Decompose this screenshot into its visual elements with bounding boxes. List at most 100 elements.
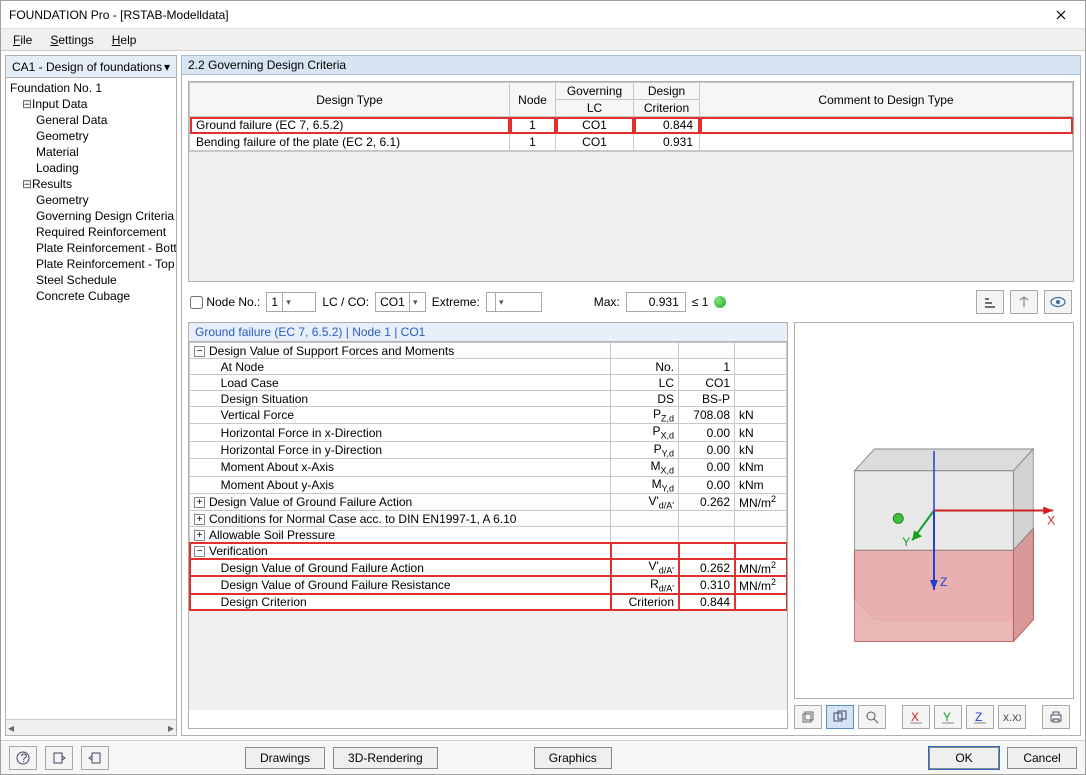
close-icon bbox=[1056, 10, 1066, 20]
detail-unit: MN/m2 bbox=[735, 576, 787, 593]
detail-row[interactable]: Design CriterionCriterion0.844 bbox=[190, 594, 787, 610]
values-button[interactable]: x.xx bbox=[998, 705, 1026, 729]
plus-icon[interactable]: + bbox=[194, 530, 205, 541]
tree-r-governing[interactable]: Governing Design Criteria bbox=[10, 208, 172, 224]
detail-label: −Design Value of Support Forces and Mome… bbox=[190, 343, 611, 359]
detail-value: 0.262 bbox=[679, 559, 735, 576]
tree-r-steel[interactable]: Steel Schedule bbox=[10, 272, 172, 288]
th-criterion[interactable]: Criterion bbox=[634, 100, 700, 117]
detail-group-row[interactable]: −Verification bbox=[190, 543, 787, 559]
tree-results[interactable]: ⊟Results bbox=[10, 176, 172, 192]
svg-text:Y: Y bbox=[902, 535, 910, 549]
tree-r-geometry[interactable]: Geometry bbox=[10, 192, 172, 208]
svg-text:X: X bbox=[1047, 513, 1055, 527]
detail-unit bbox=[735, 375, 787, 391]
detail-group-row[interactable]: +Design Value of Ground Failure ActionV'… bbox=[190, 493, 787, 510]
drawings-button[interactable]: Drawings bbox=[245, 747, 325, 769]
menu-settings[interactable]: Settings bbox=[42, 31, 101, 49]
th-design-type[interactable]: Design Type bbox=[190, 83, 510, 117]
detail-value: 708.08 bbox=[679, 407, 735, 424]
plus-icon[interactable]: + bbox=[194, 497, 205, 508]
lcco-select[interactable]: CO1▾ bbox=[375, 292, 426, 312]
detail-group-row[interactable]: +Conditions for Normal Case acc. to DIN … bbox=[190, 511, 787, 527]
close-button[interactable] bbox=[1045, 3, 1077, 27]
th-comment[interactable]: Comment to Design Type bbox=[700, 83, 1073, 117]
node-select[interactable]: 1▾ bbox=[266, 292, 316, 312]
tree-geometry[interactable]: Geometry bbox=[10, 128, 172, 144]
menu-help[interactable]: Help bbox=[104, 31, 145, 49]
detail-row[interactable]: Design Value of Ground Failure Resistanc… bbox=[190, 576, 787, 593]
detail-row[interactable]: Load CaseLCCO1 bbox=[190, 375, 787, 391]
graphics-button[interactable]: Graphics bbox=[534, 747, 612, 769]
tree-r-required[interactable]: Required Reinforcement bbox=[10, 224, 172, 240]
sort-button[interactable] bbox=[976, 290, 1004, 314]
ok-button[interactable]: OK bbox=[929, 747, 999, 769]
detail-row[interactable]: At NodeNo.1 bbox=[190, 359, 787, 375]
render-viewport[interactable]: Z Y X bbox=[794, 322, 1074, 699]
table-row[interactable]: Ground failure (EC 7, 6.5.2)1CO10.844 bbox=[190, 117, 1073, 134]
tree-general-data[interactable]: General Data bbox=[10, 112, 172, 128]
tree-r-plate-bottom[interactable]: Plate Reinforcement - Bottom bbox=[10, 240, 172, 256]
detail-label: Horizontal Force in x-Direction bbox=[190, 424, 611, 441]
axis-z-button[interactable]: Z bbox=[966, 705, 994, 729]
print-button[interactable] bbox=[1042, 705, 1070, 729]
eye-icon bbox=[1050, 296, 1066, 308]
zoom-button[interactable] bbox=[858, 705, 886, 729]
help-button[interactable]: ? bbox=[9, 746, 37, 770]
tree-material[interactable]: Material bbox=[10, 144, 172, 160]
extreme-select[interactable]: ▾ bbox=[486, 292, 542, 312]
cell-criterion: 0.844 bbox=[634, 117, 700, 134]
detail-row[interactable]: Vertical ForcePZ,d708.08kN bbox=[190, 407, 787, 424]
detail-symbol bbox=[611, 543, 679, 559]
axis-x-button[interactable]: X bbox=[902, 705, 930, 729]
svg-text:?: ? bbox=[21, 751, 28, 765]
detail-symbol bbox=[611, 527, 679, 543]
th-lc[interactable]: LC bbox=[556, 100, 634, 117]
detail-unit: MN/m2 bbox=[735, 493, 787, 510]
tree-root[interactable]: Foundation No. 1 bbox=[10, 80, 172, 96]
tree-input-data[interactable]: ⊟Input Data bbox=[10, 96, 172, 112]
detail-symbol: V'd/A' bbox=[611, 559, 679, 576]
tree-r-concrete[interactable]: Concrete Cubage bbox=[10, 288, 172, 304]
detail-symbol: PX,d bbox=[611, 424, 679, 441]
minus-icon[interactable]: − bbox=[194, 346, 205, 357]
axis-y-button[interactable]: Y bbox=[934, 705, 962, 729]
detail-value bbox=[679, 543, 735, 559]
th-design[interactable]: Design bbox=[634, 83, 700, 100]
cancel-button[interactable]: Cancel bbox=[1007, 747, 1077, 769]
filter-button[interactable] bbox=[1010, 290, 1038, 314]
plus-icon[interactable]: + bbox=[194, 514, 205, 525]
import-button[interactable] bbox=[81, 746, 109, 770]
view-persp-button[interactable] bbox=[826, 705, 854, 729]
detail-row[interactable]: Horizontal Force in y-DirectionPY,d0.00k… bbox=[190, 441, 787, 458]
detail-group-row[interactable]: −Design Value of Support Forces and Mome… bbox=[190, 343, 787, 359]
detail-row[interactable]: Moment About y-AxisMY,d0.00kNm bbox=[190, 476, 787, 493]
detail-unit: kN bbox=[735, 424, 787, 441]
scroll-right-icon: ▸ bbox=[168, 721, 174, 735]
detail-row[interactable]: Design SituationDSBS-P bbox=[190, 391, 787, 407]
detail-symbol: V'd/A' bbox=[611, 493, 679, 510]
minus-icon[interactable]: − bbox=[194, 546, 205, 557]
detail-symbol bbox=[611, 511, 679, 527]
detail-row[interactable]: Moment About x-AxisMX,d0.00kNm bbox=[190, 459, 787, 476]
detail-label: −Verification bbox=[190, 543, 611, 559]
cell-node: 1 bbox=[510, 134, 556, 151]
rendering-button[interactable]: 3D-Rendering bbox=[333, 747, 438, 769]
left-scrollbar[interactable]: ◂ ▸ bbox=[6, 719, 176, 735]
case-combo-label: CA1 - Design of foundations bbox=[12, 60, 162, 74]
detail-group-row[interactable]: +Allowable Soil Pressure bbox=[190, 527, 787, 543]
detail-row[interactable]: Horizontal Force in x-DirectionPX,d0.00k… bbox=[190, 424, 787, 441]
view-iso-button[interactable] bbox=[794, 705, 822, 729]
menu-file[interactable]: File bbox=[5, 31, 40, 49]
export-button[interactable] bbox=[45, 746, 73, 770]
node-checkbox[interactable]: Node No.: bbox=[190, 295, 260, 309]
tree-loading[interactable]: Loading bbox=[10, 160, 172, 176]
detail-row[interactable]: Design Value of Ground Failure ActionV'd… bbox=[190, 559, 787, 576]
view-button[interactable] bbox=[1044, 290, 1072, 314]
table-row[interactable]: Bending failure of the plate (EC 2, 6.1)… bbox=[190, 134, 1073, 151]
tree-r-plate-top[interactable]: Plate Reinforcement - Top bbox=[10, 256, 172, 272]
th-governing[interactable]: Governing bbox=[556, 83, 634, 100]
case-combo[interactable]: CA1 - Design of foundations ▾ bbox=[6, 56, 176, 78]
lcco-label: LC / CO: bbox=[322, 295, 369, 309]
th-node[interactable]: Node bbox=[510, 83, 556, 117]
